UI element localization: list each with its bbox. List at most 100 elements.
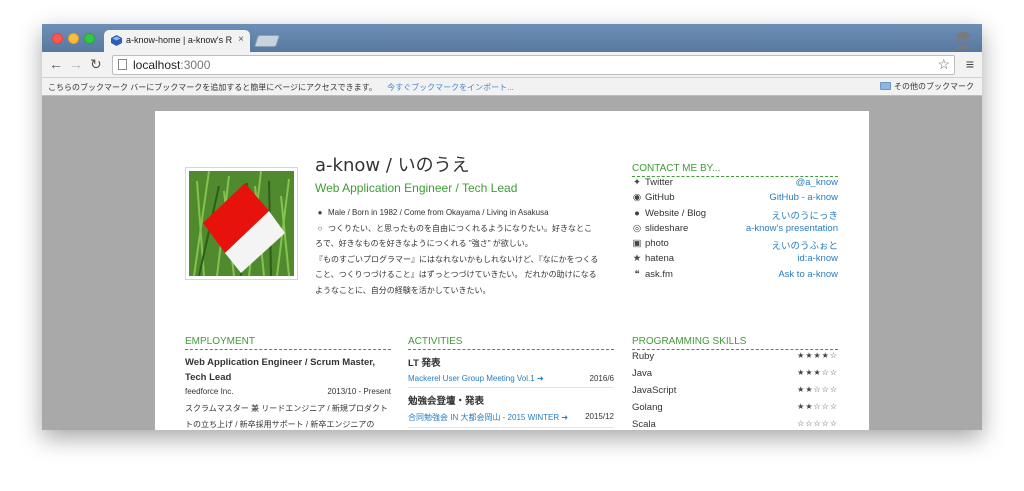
tab-active[interactable]: a-know-home | a-know's R × (104, 30, 250, 52)
skill-name: Golang (632, 402, 663, 413)
contact-section: CONTACT ME BY... ✦ Twitter @a_know ◉ GitHub… (632, 163, 838, 284)
skill-name: Ruby (632, 351, 655, 362)
browser-window: a-know-home | a-know's R × ← → ↻ localho… (42, 24, 982, 430)
activity-link[interactable]: 合同勉強会 IN 大都会岡山 - 2015 WINTER (408, 413, 559, 422)
job-title-line: Web Application Engineer / Scrum Master, (185, 357, 376, 368)
twitter-icon: ✦ (633, 177, 641, 188)
comment-icon: ○ (317, 223, 323, 233)
back-icon[interactable]: ← (49, 56, 63, 72)
window-close-button[interactable] (52, 33, 63, 44)
browser-toolbar: ← → ↻ localhost:3000 ☆ ≡ (42, 52, 982, 78)
contact-label: Website / Blog (645, 207, 707, 219)
forward-icon[interactable]: → (69, 56, 83, 72)
github-icon: ◉ (632, 192, 642, 204)
employment-description: スクラムマスター 兼 リードエンジニア / 新規プロダクト トの立ち上げ / 新卒… (185, 401, 391, 430)
contact-row-askfm: ❝ ask.fm Ask to a-know (632, 269, 838, 284)
skill-name: Scala (632, 419, 656, 430)
skill-rating: ★★☆☆☆ (797, 385, 838, 394)
new-tab-button[interactable] (254, 35, 280, 47)
bio-line: 『ものすごいプログラマー』にはなれないかもしれないけど、『なにかをつくる (315, 254, 599, 264)
url-port: :3000 (180, 58, 211, 72)
skill-name: JavaScript (632, 385, 677, 396)
profile-name: a-know / いのうえ (315, 155, 470, 176)
employment-title: EMPLOYMENT (185, 336, 391, 350)
skill-rating: ★★☆☆☆ (797, 402, 838, 411)
skill-name: Java (632, 368, 653, 379)
folder-icon (880, 82, 891, 90)
activity-date: 2016/6 (589, 374, 614, 383)
favicon-icon (111, 35, 122, 46)
activity-date: 2015/12 (585, 412, 614, 421)
activities-section: ACTIVITIES LT 発表 Mackerel User Group Mee… (408, 336, 614, 428)
hamburger-menu-icon[interactable]: ≡ (966, 56, 974, 72)
contact-link-photo[interactable]: えいのうふぉと (771, 238, 838, 252)
page-content: a-know / いのうえ Web Application Engineer /… (155, 111, 869, 430)
import-bookmarks-link[interactable]: 今すぐブックマークをインポート... (387, 83, 514, 92)
bio-line-text: つくりたい、と思ったものを自由につくれるようになりたい。好きなとこ (328, 223, 592, 233)
skill-rating: ☆☆☆☆☆ (797, 419, 838, 428)
contact-link-website[interactable]: えいのうにっき (771, 208, 838, 222)
bookmark-bar: こちらのブックマーク バーにブックマークを追加すると簡単にページにアクセスできま… (42, 78, 982, 96)
skill-rating: ★★★★☆ (797, 351, 838, 360)
other-bookmarks-button[interactable]: その他のブックマーク (880, 81, 974, 92)
bookmark-hint: こちらのブックマーク バーにブックマークを追加すると簡単にページにアクセスできま… (48, 83, 377, 92)
contact-link-twitter[interactable]: @a_know (796, 177, 838, 188)
profile-role: Web Application Engineer / Tech Lead (315, 181, 518, 195)
contact-link-hatena[interactable]: id:a-know (797, 253, 838, 264)
contact-link-github[interactable]: GitHub - a-know (769, 192, 838, 203)
slideshare-icon: ◎ (632, 222, 642, 234)
activity-item: 合同勉強会 IN 大都会岡山 - 2015 WINTER ➜ 2015/12 (408, 412, 614, 428)
contact-label: Twitter (645, 177, 673, 188)
tab-strip: a-know-home | a-know's R × (42, 24, 982, 52)
tab-close-icon[interactable]: × (238, 34, 244, 45)
activities-title: ACTIVITIES (408, 336, 614, 350)
window-minimize-button[interactable] (68, 33, 79, 44)
bio-line: ○ つくりたい、と思ったものを自由につくれるようになりたい。好きなとこ (315, 221, 615, 237)
bookmark-star-icon[interactable]: ☆ (937, 56, 950, 73)
address-bar[interactable]: localhost:3000 ☆ (112, 55, 955, 75)
contact-link-askfm[interactable]: Ask to a-know (778, 269, 838, 280)
bio-line: ろで、好きなものを好きなようにつくれる "強さ" が欲しい。 (315, 239, 533, 248)
sign-in-icon: ➜ (561, 413, 569, 422)
skill-row: Scala ☆☆☆☆☆ (632, 419, 838, 430)
reload-icon[interactable]: ↻ (90, 56, 102, 72)
profile-meta: ● Male / Born in 1982 / Come from Okayama… (315, 205, 615, 221)
skill-row: Ruby ★★★★☆ (632, 351, 838, 367)
contact-label: hatena (645, 253, 675, 265)
employment-job-title: Web Application Engineer / Scrum Master,… (185, 355, 391, 385)
contact-row-photo: ▣ photo えいのうふぉと (632, 238, 839, 253)
contact-title: CONTACT ME BY... (632, 163, 838, 177)
activity-group-label: LT 発表 (408, 358, 441, 369)
profile-bio: ● Male / Born in 1982 / Come from Okayama… (315, 205, 615, 298)
activity-link[interactable]: Mackerel User Group Meeting Vol.1 (408, 374, 535, 383)
camera-icon: ▣ (632, 238, 642, 250)
profile-photo (185, 167, 298, 280)
desc-line: スクラムマスター 兼 リードエンジニア / 新規プロダクト (185, 404, 388, 413)
contact-row-twitter: ✦ Twitter @a_know (632, 177, 838, 192)
bio-line: こと、つくりつづけること』はずっとつづけていきたい。 だれかの助けになる (315, 270, 597, 279)
other-bookmarks-label: その他のブックマーク (894, 82, 974, 91)
contact-row-github: ◉ GitHub GitHub - a-know (632, 192, 838, 207)
page-icon (118, 59, 127, 70)
contact-label: GitHub (645, 192, 675, 204)
employment-company: feedforce Inc. 2013/10 - Present (185, 387, 391, 396)
contact-row-hatena: ★ hatena id:a-know (632, 253, 838, 268)
skill-row: Java ★★★☆☆ (632, 368, 838, 384)
employment-period: 2013/10 - Present (327, 387, 391, 396)
incognito-profile-icon[interactable] (952, 27, 974, 49)
user-icon: ● (317, 208, 323, 217)
contact-link-slideshare[interactable]: a-know's presentation (746, 223, 838, 234)
contact-label: photo (645, 238, 669, 250)
bio-line: ようなことに、自分の経験を活かしていきたい。 (315, 285, 491, 295)
url-host: localhost (133, 58, 181, 72)
skills-section: PROGRAMMING SKILLS Ruby ★★★★☆ Java ★★★☆☆ J… (632, 336, 838, 430)
skill-row: Golang ★★☆☆☆ (632, 402, 838, 418)
globe-icon: ● (634, 207, 640, 219)
skill-rating: ★★★☆☆ (797, 368, 838, 377)
skills-title: PROGRAMMING SKILLS (632, 336, 838, 350)
profile-meta-text: Male / Born in 1982 / Come from Okayama … (328, 208, 549, 217)
window-maximize-button[interactable] (84, 33, 95, 44)
contact-row-website: ● Website / Blog えいのうにっき (632, 208, 838, 223)
contact-label: ask.fm (645, 268, 673, 280)
contact-row-slideshare: ◎ slideshare a-know's presentation (632, 223, 838, 238)
